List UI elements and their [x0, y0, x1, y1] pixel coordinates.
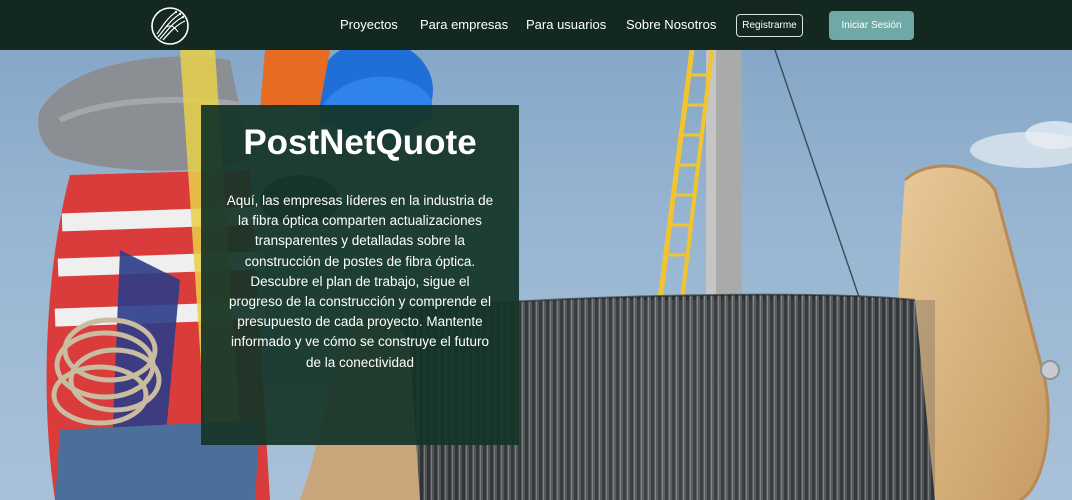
fiber-logo-icon[interactable]	[150, 6, 190, 46]
hero-title: PostNetQuote	[243, 123, 477, 162]
nav-link-proyectos[interactable]: Proyectos	[340, 17, 398, 32]
hero-section: PostNetQuote Aquí, las empresas líderes …	[0, 50, 1072, 500]
navbar: Proyectos Para empresas Para usuarios So…	[0, 0, 1072, 50]
nav-link-para-empresas[interactable]: Para empresas	[420, 17, 508, 32]
nav-link-para-usuarios[interactable]: Para usuarios	[526, 17, 606, 32]
login-button[interactable]: Iniciar Sesión	[829, 11, 914, 40]
nav-link-sobre-nosotros[interactable]: Sobre Nosotros	[626, 17, 716, 32]
hero-card: PostNetQuote Aquí, las empresas líderes …	[201, 105, 519, 445]
register-button[interactable]: Registrarme	[736, 14, 803, 37]
hero-background-image	[38, 50, 1072, 500]
hero-description: Aquí, las empresas líderes en la industr…	[226, 193, 494, 370]
